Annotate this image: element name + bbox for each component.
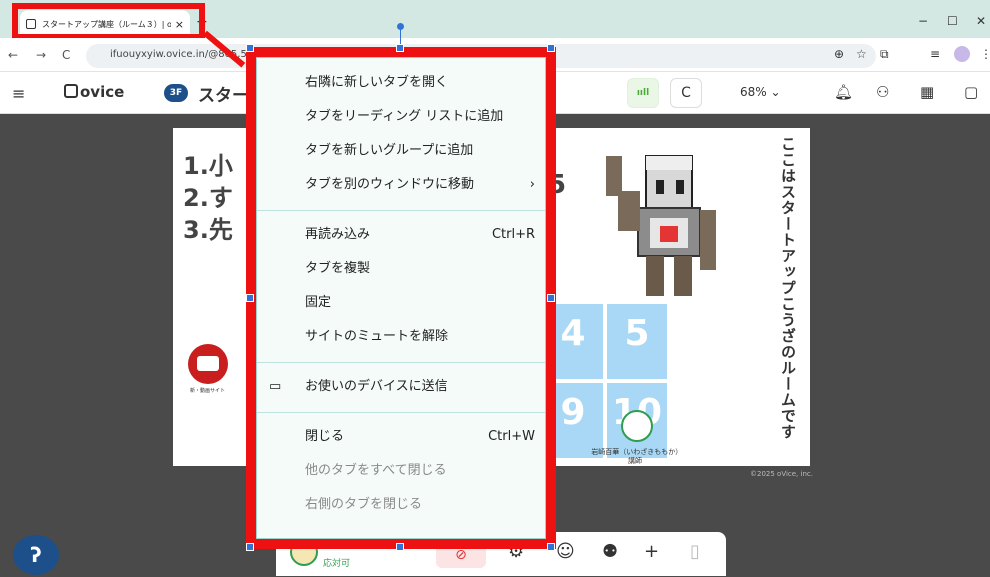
vertical-caption: ここはスタートアップこうざのルームです xyxy=(779,136,797,440)
menu-item[interactable]: 閉じる Ctrl+W xyxy=(257,422,545,452)
selection-handle[interactable] xyxy=(246,44,254,52)
menu-item-label: 他のタブをすべて閉じる xyxy=(305,463,447,478)
menu-item[interactable]: 固定 xyxy=(257,288,545,318)
menu-separator xyxy=(257,362,545,363)
selection-handle[interactable] xyxy=(547,543,555,551)
video-site-label: 新・動画サイト xyxy=(190,388,226,394)
tab-highlight-annotation xyxy=(12,3,205,40)
selection-handle[interactable] xyxy=(547,44,555,52)
floor-badge[interactable]: 3F xyxy=(164,84,188,102)
tab-context-menu: 右隣に新しいタブを開くタブをリーディング リストに追加 タブを新しいグループに追加… xyxy=(256,57,546,539)
rotate-handle[interactable] xyxy=(397,23,404,30)
group-icon[interactable]: ⚉ xyxy=(602,541,618,562)
menu-item-label: お使いのデバイスに送信 xyxy=(305,379,448,394)
add-button[interactable]: + xyxy=(644,541,659,562)
maximize-button[interactable]: ☐ xyxy=(947,14,958,28)
status-label: 応対可 xyxy=(323,559,351,569)
menu-item-label: 閉じる xyxy=(305,429,345,444)
profile-avatar[interactable] xyxy=(954,46,970,62)
browser-menu-icon[interactable]: ⋮ xyxy=(980,47,990,61)
menu-item[interactable]: ▭ お使いのデバイスに送信 xyxy=(257,372,545,402)
zoom-icon[interactable]: ⊕ xyxy=(834,47,844,61)
reload-button[interactable]: C xyxy=(62,48,70,62)
menu-item-label: タブを別のウィンドウに移動 xyxy=(305,177,475,192)
bell-icon[interactable]: 🔔︎ xyxy=(834,83,853,101)
help-button[interactable]: ʔ xyxy=(13,535,59,575)
extension-icon[interactable]: ⧉ xyxy=(880,47,889,62)
microphone-icon[interactable]: ▯ xyxy=(690,541,700,562)
video-site-icon[interactable] xyxy=(188,344,228,384)
menu-item-label: 右側のタブを閉じる xyxy=(305,497,423,512)
menu-item[interactable]: タブを新しいグループに追加 xyxy=(257,136,545,166)
chat-icon[interactable]: ▢ xyxy=(964,83,978,101)
menu-item[interactable]: タブを複製 xyxy=(257,254,545,284)
menu-item-label: 再読み込み xyxy=(305,227,371,242)
signal-strength-icon[interactable]: ııll xyxy=(627,78,659,108)
menu-item-label: 右隣に新しいタブを開く xyxy=(305,75,449,90)
refresh-button[interactable]: C xyxy=(670,78,702,108)
devices-icon: ▭ xyxy=(269,379,282,394)
lecturer-name: 岩崎百華（いわざきももか）講師 xyxy=(591,448,679,465)
slide-line-2: 2.す xyxy=(183,184,233,212)
menu-item[interactable]: 再読み込み Ctrl+R xyxy=(257,220,545,250)
emoji-icon[interactable]: ☺ xyxy=(556,541,575,562)
menu-item-label: 固定 xyxy=(305,295,332,310)
menu-item-label: サイトのミュートを解除 xyxy=(305,329,449,344)
menu-separator xyxy=(257,412,545,413)
lecturer-avatar[interactable] xyxy=(621,410,653,442)
selection-handle[interactable] xyxy=(547,294,555,302)
slide-line-1: 1.小 xyxy=(183,152,233,180)
menu-item[interactable]: タブを別のウィンドウに移動 › xyxy=(257,170,545,200)
menu-item-label: タブを複製 xyxy=(305,261,371,276)
menu-item[interactable]: サイトのミュートを解除 xyxy=(257,322,545,352)
selection-handle[interactable] xyxy=(396,44,404,52)
menu-item-shortcut: Ctrl+R xyxy=(491,227,535,242)
ovice-logo-icon xyxy=(64,84,78,98)
selection-handle[interactable] xyxy=(246,294,254,302)
number-cell: 5 xyxy=(607,304,667,379)
star-icon[interactable]: ☆ xyxy=(856,47,867,61)
menu-item[interactable]: タブをリーディング リストに追加 xyxy=(257,102,545,132)
people-icon[interactable]: ⚇ xyxy=(876,83,889,101)
hamburger-menu-icon[interactable]: ≡ xyxy=(12,84,25,103)
menu-highlight-annotation: 右隣に新しいタブを開くタブをリーディング リストに追加 タブを新しいグループに追加… xyxy=(246,47,556,549)
menu-item[interactable]: 他のタブをすべて閉じる xyxy=(257,456,545,486)
submenu-chevron-icon: › xyxy=(529,177,535,192)
calendar-icon[interactable]: ▦ xyxy=(920,83,934,101)
menu-item[interactable]: 右隣に新しいタブを開く xyxy=(257,68,545,98)
menu-item-label: タブをリーディング リストに追加 xyxy=(305,109,504,124)
forward-button[interactable]: → xyxy=(36,48,46,62)
close-window-button[interactable]: ✕ xyxy=(976,14,986,28)
menu-separator xyxy=(257,210,545,211)
media-icon[interactable]: ≡ xyxy=(930,47,940,61)
robot-character-image xyxy=(606,155,716,296)
slide-line-3: 3.先 xyxy=(183,216,233,244)
ovice-logo: ovice xyxy=(64,83,124,101)
back-button[interactable]: ← xyxy=(8,48,18,62)
menu-item-shortcut: Ctrl+W xyxy=(488,429,535,444)
minimize-button[interactable]: − xyxy=(918,14,928,28)
room-name: スター xyxy=(198,86,249,106)
selection-handle[interactable] xyxy=(246,543,254,551)
copyright-text: ©2025 oVice, inc. xyxy=(750,470,813,478)
selection-handle[interactable] xyxy=(396,543,404,551)
menu-item[interactable]: 右側のタブを閉じる xyxy=(257,490,545,520)
menu-item-label: タブを新しいグループに追加 xyxy=(305,143,474,158)
zoom-select[interactable]: 68% ⌄ xyxy=(740,85,781,99)
